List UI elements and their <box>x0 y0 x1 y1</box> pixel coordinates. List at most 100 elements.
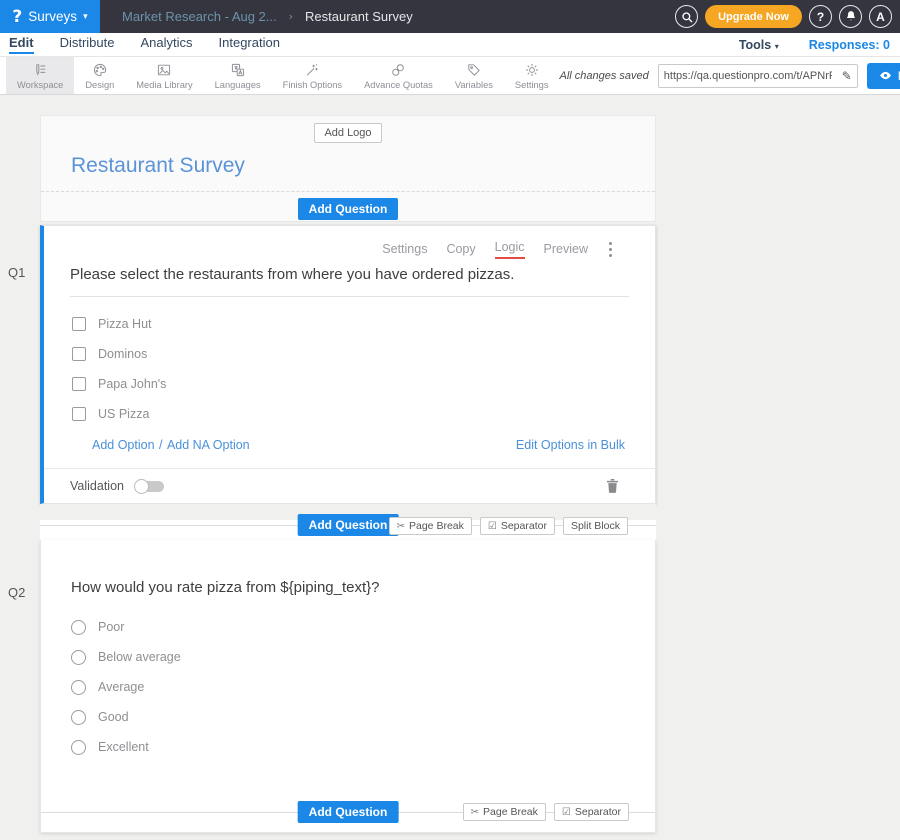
toolbar-item-advance-quotas[interactable]: Advance Quotas <box>353 57 444 94</box>
toolbar-item-finish-options[interactable]: Finish Options <box>272 57 353 94</box>
tab-edit[interactable]: Edit <box>9 35 34 54</box>
tab-integration[interactable]: Integration <box>219 35 280 54</box>
option-label[interactable]: Good <box>98 710 129 724</box>
trash-icon <box>606 478 619 493</box>
survey-header-card: Add Logo Restaurant Survey Add Question <box>40 115 656 222</box>
edit-url-pencil-icon[interactable]: ✎ <box>837 69 857 83</box>
surveys-menu-label: Surveys <box>28 9 77 24</box>
toolbar-right: All changes saved ✎ Preview <box>560 57 900 94</box>
magic-wand-icon <box>304 62 320 78</box>
survey-url-field: ✎ <box>658 64 858 88</box>
chevron-down-icon: ▾ <box>83 12 88 22</box>
survey-url-input[interactable] <box>659 70 837 82</box>
delete-question-button[interactable] <box>606 478 619 493</box>
editor-toolbar: Workspace Design Media Library Languages… <box>0 57 900 95</box>
primary-nav: Edit Distribute Analytics Integration To… <box>0 33 900 57</box>
checkbox[interactable] <box>72 347 86 361</box>
add-question-button[interactable]: Add Question <box>298 514 399 536</box>
question-logic-link[interactable]: Logic <box>495 240 525 259</box>
upgrade-now-button[interactable]: Upgrade Now <box>705 5 802 28</box>
page-break-icon: ✂ <box>471 807 479 818</box>
option-row: Papa John's <box>72 369 655 399</box>
page-break-button[interactable]: ✂ Page Break <box>463 803 546 821</box>
question-block-q1: Settings Copy Logic Preview Please selec… <box>40 225 656 504</box>
split-block-button[interactable]: Split Block <box>563 517 628 535</box>
checkbox[interactable] <box>72 317 86 331</box>
radio-button[interactable] <box>71 710 86 725</box>
link-separator: / <box>159 438 162 452</box>
bell-icon <box>845 10 857 23</box>
option-label[interactable]: US Pizza <box>98 407 149 421</box>
toolbar-item-workspace[interactable]: Workspace <box>6 57 74 94</box>
toolbar-item-languages[interactable]: Languages <box>204 57 272 94</box>
tools-dropdown[interactable]: Tools ▾ <box>739 38 779 52</box>
checkbox[interactable] <box>72 407 86 421</box>
workspace-icon <box>32 62 48 78</box>
responses-count: Responses: 0 <box>809 38 890 52</box>
add-question-row-top: Add Question <box>41 192 655 226</box>
radio-button[interactable] <box>71 680 86 695</box>
separator-button[interactable]: ☑ Separator <box>554 803 629 821</box>
help-icon: ? <box>817 10 824 24</box>
option-label[interactable]: Poor <box>98 620 124 634</box>
option-row: Excellent <box>71 732 655 762</box>
account-avatar[interactable]: A <box>869 5 892 28</box>
option-label[interactable]: Dominos <box>98 347 147 361</box>
option-label[interactable]: Papa John's <box>98 377 166 391</box>
breadcrumb-chevron-icon: › <box>289 10 293 23</box>
chevron-down-icon: ▾ <box>775 42 779 51</box>
toolbar-item-variables[interactable]: Variables <box>444 57 504 94</box>
question-settings-link[interactable]: Settings <box>382 242 427 256</box>
survey-title[interactable]: Restaurant Survey <box>71 154 655 178</box>
add-option-link[interactable]: Add Option <box>92 438 155 452</box>
more-options-kebab-icon[interactable] <box>607 240 614 259</box>
autosave-status: All changes saved <box>560 70 649 82</box>
question-text-q1[interactable]: Please select the restaurants from where… <box>70 266 629 297</box>
breadcrumb-folder[interactable]: Market Research - Aug 2... <box>122 9 277 24</box>
question-copy-link[interactable]: Copy <box>446 242 475 256</box>
add-na-option-link[interactable]: Add NA Option <box>167 438 250 452</box>
question-number-q2: Q2 <box>8 585 25 600</box>
preview-button[interactable]: Preview <box>867 63 900 89</box>
question-text-q2[interactable]: How would you rate pizza from ${piping_t… <box>41 540 655 596</box>
validation-toggle[interactable] <box>134 479 164 493</box>
option-row: Pizza Hut <box>72 309 655 339</box>
checkbox[interactable] <box>72 377 86 391</box>
option-label[interactable]: Pizza Hut <box>98 317 152 331</box>
edit-options-in-bulk-link[interactable]: Edit Options in Bulk <box>516 438 625 452</box>
toolbar-item-settings[interactable]: Settings <box>504 57 560 94</box>
radio-button[interactable] <box>71 650 86 665</box>
search-button[interactable] <box>675 5 698 28</box>
logo-row: Add Logo <box>41 116 655 143</box>
toolbar-item-media-library[interactable]: Media Library <box>125 57 203 94</box>
question-preview-link[interactable]: Preview <box>544 242 588 256</box>
breadcrumb-current: Restaurant Survey <box>305 9 413 24</box>
help-button[interactable]: ? <box>809 5 832 28</box>
add-question-button[interactable]: Add Question <box>298 801 399 823</box>
gear-icon <box>524 62 540 78</box>
page-break-button[interactable]: ✂ Page Break <box>389 517 472 535</box>
separator-icon: ☑ <box>562 807 571 818</box>
tab-analytics[interactable]: Analytics <box>140 35 192 54</box>
radio-button[interactable] <box>71 740 86 755</box>
top-header: ? Surveys ▾ Market Research - Aug 2... ›… <box>0 0 900 33</box>
option-label[interactable]: Excellent <box>98 740 149 754</box>
tab-distribute[interactable]: Distribute <box>60 35 115 54</box>
add-question-button[interactable]: Add Question <box>298 198 399 220</box>
option-row: US Pizza <box>72 399 655 429</box>
notifications-button[interactable] <box>839 5 862 28</box>
option-row: Average <box>71 672 655 702</box>
option-label[interactable]: Below average <box>98 650 181 664</box>
header-actions: Upgrade Now ? A <box>675 0 900 33</box>
toolbar-item-design[interactable]: Design <box>74 57 125 94</box>
validation-row: Validation <box>44 468 655 502</box>
nav-right: Tools ▾ Responses: 0 <box>739 38 900 52</box>
option-label[interactable]: Average <box>98 680 144 694</box>
chain-links-icon <box>390 62 406 78</box>
insert-row-middle: Add Question ✂ Page Break ☑ Separator Sp… <box>40 504 656 540</box>
radio-button[interactable] <box>71 620 86 635</box>
questionpro-logo-icon: ? <box>12 7 22 27</box>
surveys-menu[interactable]: ? Surveys ▾ <box>0 0 100 33</box>
separator-button[interactable]: ☑ Separator <box>480 517 555 535</box>
add-logo-button[interactable]: Add Logo <box>314 123 381 143</box>
